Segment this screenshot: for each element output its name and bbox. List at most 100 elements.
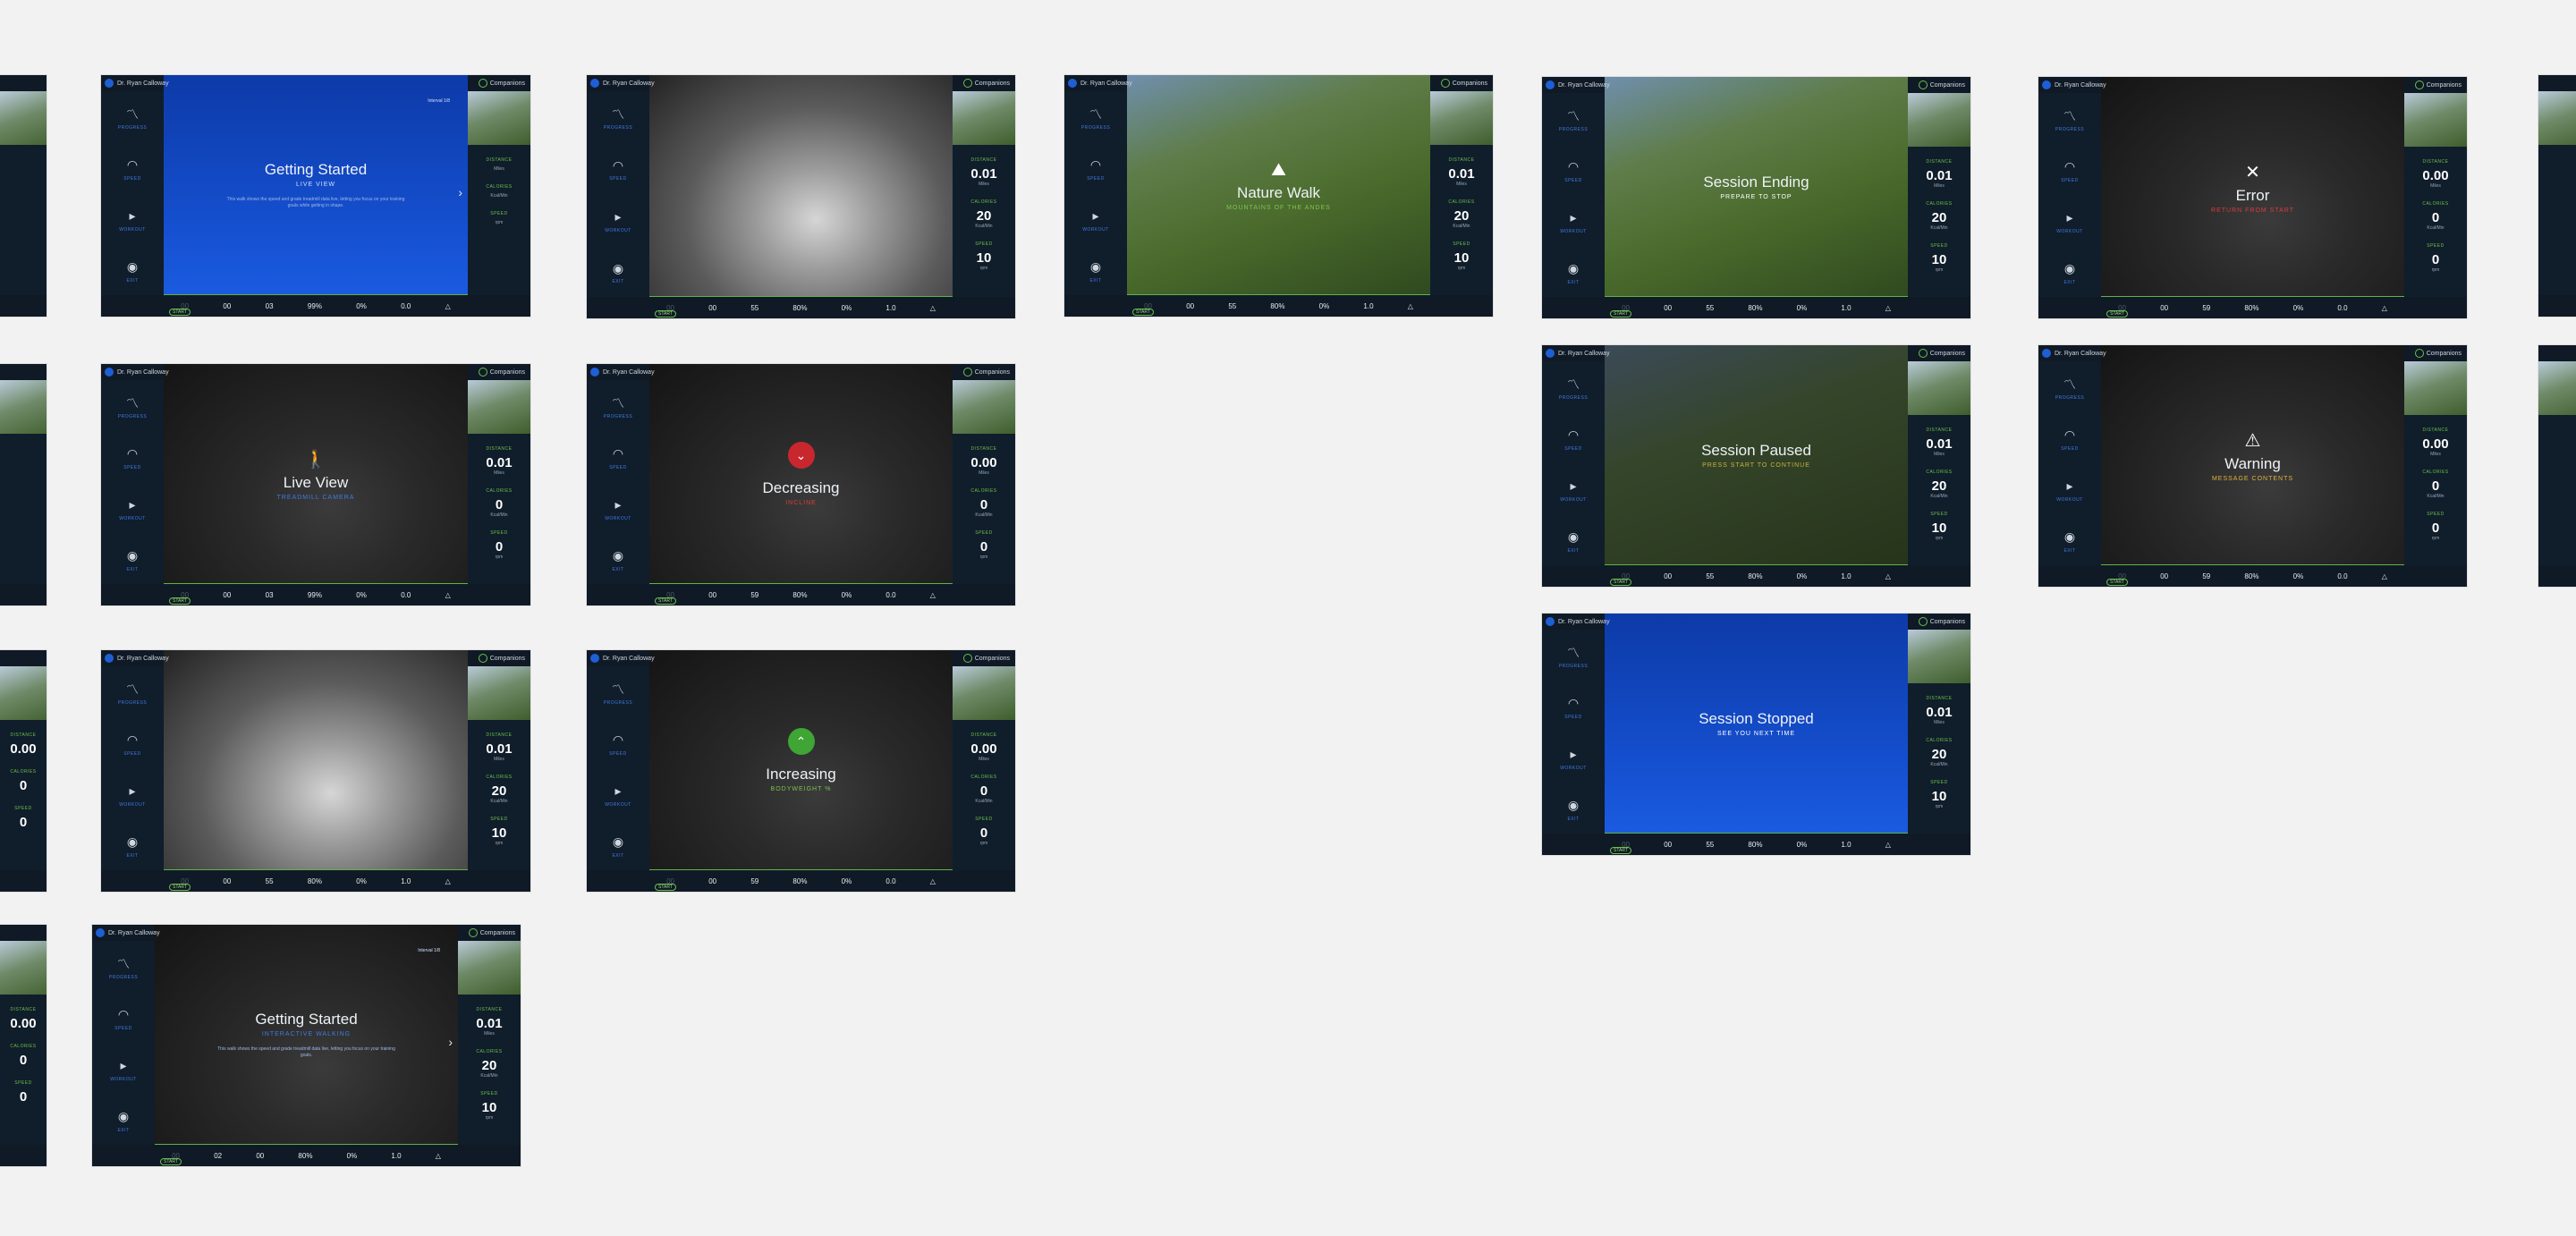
companion-icon[interactable] [478,368,487,377]
companion-icon[interactable] [2414,80,2424,89]
nav-item-workout[interactable]: ▸ WORKOUT [119,495,146,521]
nav-item-exit[interactable]: ◉ EXIT [605,258,631,285]
incline-value[interactable]: 0% [842,591,852,599]
elevation-value[interactable]: 80% [1270,302,1284,310]
speed-value[interactable]: 1.0 [886,304,895,312]
scene-thumbnail[interactable] [0,666,47,720]
elevation-value[interactable]: 80% [2244,304,2258,312]
start-button[interactable]: START [1610,579,1631,586]
elevation-value[interactable]: 80% [298,1152,312,1160]
speed-value[interactable]: 0.0 [886,877,895,885]
scene-thumbnail[interactable] [1430,91,1493,145]
companions-label[interactable]: Companions [2427,351,2462,357]
nav-item-exit[interactable]: ◉ EXIT [110,1106,137,1133]
scene-thumbnail[interactable] [953,91,1015,145]
nav-item-exit[interactable]: ◉ EXIT [1560,258,1587,285]
start-button[interactable]: START [169,309,191,316]
nav-item-speed[interactable]: ◠ SPEED [119,730,146,757]
warning-triangle-icon[interactable]: △ [445,591,451,599]
nav-item-speed[interactable]: ◠ SPEED [605,444,631,470]
scene-thumbnail[interactable] [468,666,530,720]
elevation-value[interactable]: 80% [792,591,807,599]
nav-item-workout[interactable]: ▸ WORKOUT [1560,207,1587,234]
start-button[interactable]: START [2106,310,2128,317]
start-button[interactable]: START [2106,579,2128,586]
nav-item-speed[interactable]: ◠ SPEED [1560,693,1587,720]
companion-icon[interactable] [468,928,478,937]
incline-value[interactable]: 0% [2293,572,2304,580]
nav-item-progress[interactable]: 〽 PROGRESS [118,679,147,706]
warning-triangle-icon[interactable]: △ [2382,572,2387,580]
scene-thumbnail[interactable] [0,91,47,145]
nav-item-exit[interactable]: ◉ EXIT [605,546,631,572]
incline-value[interactable]: 0% [842,304,852,312]
elevation-value[interactable]: 99% [308,591,322,599]
user-avatar[interactable] [590,79,599,88]
speed-value[interactable]: 1.0 [1841,304,1851,312]
user-avatar[interactable] [590,368,599,377]
start-button[interactable]: START [160,1158,182,1165]
user-avatar[interactable] [1546,80,1555,89]
companions-label[interactable]: Companions [1930,82,1965,89]
companion-icon[interactable] [1918,617,1928,626]
companion-icon[interactable] [478,654,487,663]
warning-triangle-icon[interactable]: △ [2382,304,2387,312]
user-avatar[interactable] [1068,79,1077,88]
nav-item-progress[interactable]: 〽 PROGRESS [1559,642,1588,669]
nav-item-speed[interactable]: ◠ SPEED [605,730,631,757]
nav-item-progress[interactable]: 〽 PROGRESS [2055,374,2084,401]
companion-icon[interactable] [962,368,972,377]
warning-triangle-icon[interactable]: △ [445,302,451,310]
nav-item-workout[interactable]: ▸ WORKOUT [605,495,631,521]
companions-label[interactable]: Companions [490,656,525,662]
nav-item-speed[interactable]: ◠ SPEED [2056,157,2083,183]
nav-item-workout[interactable]: ▸ WORKOUT [605,781,631,808]
nav-item-exit[interactable]: ◉ EXIT [605,832,631,859]
scene-thumbnail[interactable] [458,941,521,995]
scene-thumbnail[interactable] [2404,361,2467,415]
warning-triangle-icon[interactable]: △ [930,877,936,885]
nav-item-speed[interactable]: ◠ SPEED [110,1004,137,1031]
speed-value[interactable]: 1.0 [391,1152,401,1160]
user-avatar[interactable] [1546,349,1555,358]
nav-item-workout[interactable]: ▸ WORKOUT [605,207,631,233]
companions-label[interactable]: Companions [480,930,515,936]
incline-value[interactable]: 0% [1319,302,1330,310]
scene-thumbnail[interactable] [0,941,47,995]
elevation-value[interactable]: 80% [1748,572,1762,580]
nav-item-progress[interactable]: 〽 PROGRESS [604,104,632,131]
scene-thumbnail[interactable] [2538,91,2576,145]
nav-item-exit[interactable]: ◉ EXIT [2056,258,2083,285]
companions-label[interactable]: Companions [490,369,525,376]
warning-triangle-icon[interactable]: △ [1885,841,1891,849]
warning-triangle-icon[interactable]: △ [1885,304,1891,312]
user-avatar[interactable] [96,928,105,937]
companion-icon[interactable] [1918,80,1928,89]
companion-icon[interactable] [962,654,972,663]
elevation-value[interactable]: 80% [1748,841,1762,849]
scene-thumbnail[interactable] [953,380,1015,434]
speed-value[interactable]: 1.0 [1363,302,1373,310]
nav-item-workout[interactable]: ▸ WORKOUT [2056,207,2083,234]
scene-thumbnail[interactable] [468,91,530,145]
start-button[interactable]: START [655,884,676,891]
nav-item-workout[interactable]: ▸ WORKOUT [2056,476,2083,503]
elevation-value[interactable]: 80% [2244,572,2258,580]
companions-label[interactable]: Companions [1453,80,1487,87]
incline-value[interactable]: 0% [1797,304,1808,312]
nav-item-progress[interactable]: 〽 PROGRESS [604,679,632,706]
start-button[interactable]: START [169,597,191,605]
nav-item-progress[interactable]: 〽 PROGRESS [1559,106,1588,132]
scene-thumbnail[interactable] [1908,361,1970,415]
incline-value[interactable]: 0% [1797,572,1808,580]
user-avatar[interactable] [2042,349,2051,358]
nav-item-exit[interactable]: ◉ EXIT [1560,527,1587,554]
start-button[interactable]: START [1610,310,1631,317]
scene-thumbnail[interactable] [468,380,530,434]
nav-item-workout[interactable]: ▸ WORKOUT [119,206,146,233]
scene-thumbnail[interactable] [1908,630,1970,683]
nav-item-progress[interactable]: 〽 PROGRESS [118,393,147,419]
speed-value[interactable]: 0.0 [886,591,895,599]
warning-triangle-icon[interactable]: △ [436,1152,441,1160]
nav-item-speed[interactable]: ◠ SPEED [119,444,146,470]
